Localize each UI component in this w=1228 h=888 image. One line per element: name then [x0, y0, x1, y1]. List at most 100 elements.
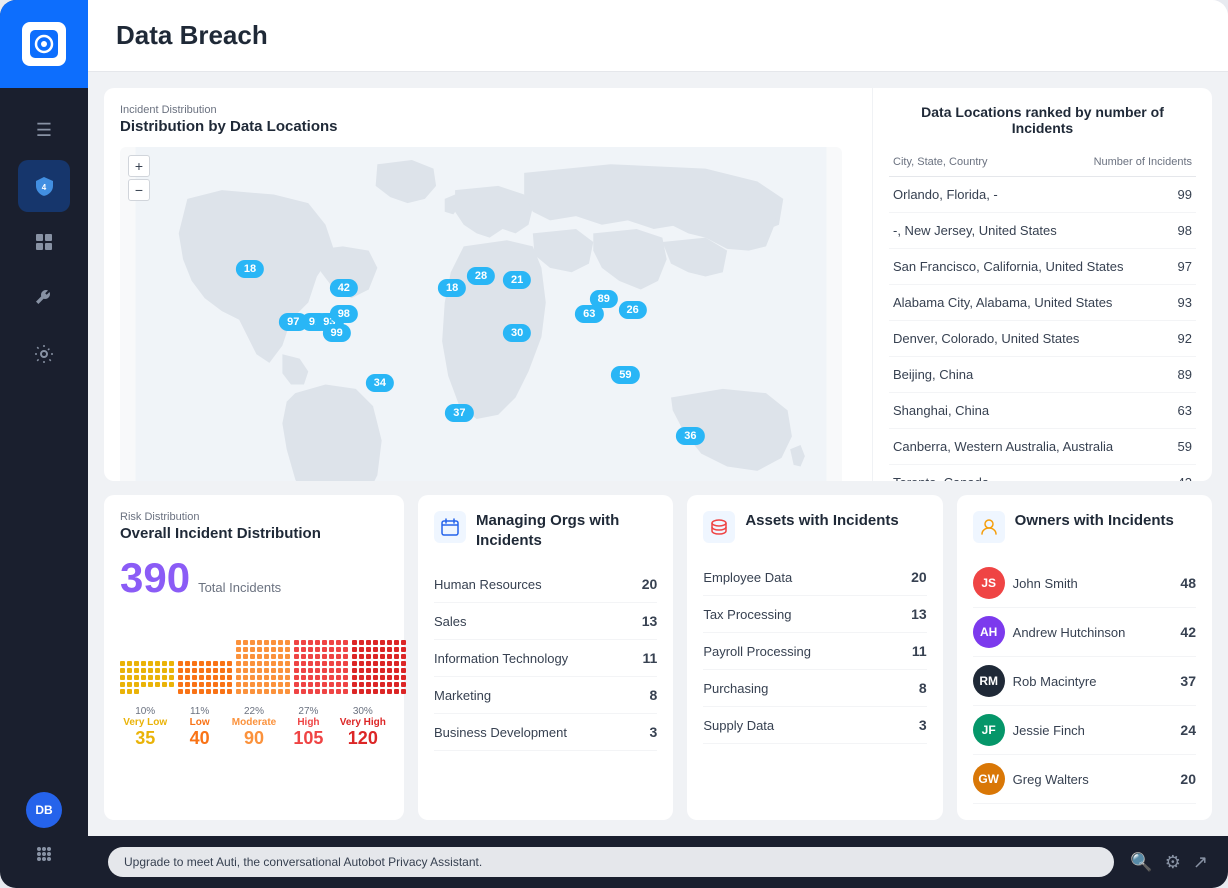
menu-icon: ☰ — [36, 120, 52, 141]
dot — [401, 682, 406, 687]
assets-panel: Assets with Incidents Employee Data20Tax… — [687, 495, 942, 820]
dot — [278, 675, 283, 680]
map-pin[interactable]: 63 — [575, 305, 603, 323]
dot — [148, 661, 153, 666]
map-pin[interactable]: 34 — [366, 374, 394, 392]
dot — [373, 682, 378, 687]
map-pin[interactable]: 21 — [503, 271, 531, 289]
org-label: Business Development — [434, 725, 567, 740]
filter-bottom-icon[interactable]: ⚙ — [1165, 852, 1181, 873]
person-icon — [980, 518, 998, 536]
dot — [352, 689, 357, 694]
org-label: Marketing — [434, 688, 491, 703]
dot — [394, 654, 399, 659]
dot — [294, 689, 299, 694]
asset-label: Tax Processing — [703, 607, 791, 622]
locations-list: Orlando, Florida, -99-, New Jersey, Unit… — [889, 177, 1196, 481]
map-pin[interactable]: 37 — [445, 404, 473, 422]
dot — [329, 661, 334, 666]
dot — [401, 675, 406, 680]
dot — [185, 689, 190, 694]
dot — [401, 668, 406, 673]
dot — [134, 661, 139, 666]
map-pin[interactable]: 28 — [467, 267, 495, 285]
map-pin[interactable]: 59 — [611, 366, 639, 384]
map-container: + − — [120, 147, 842, 481]
chat-bubble[interactable]: Upgrade to meet Auti, the conversational… — [108, 847, 1114, 877]
dot — [394, 668, 399, 673]
map-pin[interactable]: 18 — [438, 279, 466, 297]
assets-panel-header: Assets with Incidents — [703, 511, 926, 543]
dot — [308, 668, 313, 673]
owner-row: JF Jessie Finch 24 — [973, 706, 1196, 755]
dot — [243, 654, 248, 659]
sidebar-menu-toggle[interactable]: ☰ — [18, 104, 70, 156]
search-bottom-icon[interactable]: 🔍 — [1130, 852, 1152, 873]
dot-column — [294, 640, 348, 694]
dot — [322, 647, 327, 652]
sidebar-item-shield[interactable]: 4 — [18, 160, 70, 212]
map-pin[interactable]: 98 — [330, 305, 358, 323]
sidebar-item-settings[interactable] — [18, 328, 70, 380]
dot — [285, 682, 290, 687]
zoom-out-button[interactable]: − — [128, 179, 150, 201]
dot — [336, 647, 341, 652]
dot — [394, 661, 399, 666]
dot — [178, 675, 183, 680]
page-title: Data Breach — [116, 20, 1200, 51]
grid-icon — [35, 845, 53, 863]
dot — [329, 689, 334, 694]
dot — [250, 647, 255, 652]
locations-panel: Data Locations ranked by number of Incid… — [872, 88, 1212, 481]
share-bottom-icon[interactable]: ↗ — [1193, 852, 1208, 873]
map-pin[interactable]: 30 — [503, 324, 531, 342]
dot — [227, 668, 232, 673]
map-title: Distribution by Data Locations — [120, 118, 842, 135]
owner-name: Jessie Finch — [1013, 723, 1085, 738]
sidebar-item-dashboard[interactable] — [18, 216, 70, 268]
dot — [243, 661, 248, 666]
dot — [236, 661, 241, 666]
zoom-in-button[interactable]: + — [128, 155, 150, 177]
user-avatar[interactable]: DB — [26, 792, 62, 828]
dot — [366, 668, 371, 673]
assets-list: Employee Data20Tax Processing13Payroll P… — [703, 559, 926, 744]
dot-column — [178, 661, 232, 694]
dot — [366, 689, 371, 694]
risk-pct: 22% — [229, 706, 279, 717]
dot — [220, 661, 225, 666]
dot — [271, 689, 276, 694]
dot — [366, 654, 371, 659]
map-pin[interactable]: 18 — [236, 260, 264, 278]
asset-count: 11 — [912, 643, 927, 659]
dot — [178, 689, 183, 694]
dot — [343, 647, 348, 652]
sidebar-grid-button[interactable] — [26, 836, 62, 872]
asset-count: 3 — [919, 717, 927, 733]
owner-info: JS John Smith — [973, 567, 1078, 599]
map-pin[interactable]: 36 — [676, 427, 704, 445]
location-name: Alabama City, Alabama, United States — [893, 295, 1112, 310]
dot — [227, 689, 232, 694]
map-pin[interactable]: 99 — [322, 324, 350, 342]
risk-pct: 27% — [283, 706, 333, 717]
dot — [285, 654, 290, 659]
dot — [343, 675, 348, 680]
location-row: -, New Jersey, United States98 — [889, 213, 1196, 249]
wrench-icon — [34, 288, 54, 308]
logo[interactable] — [0, 0, 88, 88]
dot — [336, 668, 341, 673]
dot — [236, 640, 241, 645]
dot — [278, 647, 283, 652]
dot — [141, 668, 146, 673]
svg-text:4: 4 — [42, 183, 47, 192]
dot — [162, 668, 167, 673]
dot — [192, 661, 197, 666]
dot — [271, 654, 276, 659]
sidebar-item-tools[interactable] — [18, 272, 70, 324]
asset-count: 13 — [911, 606, 927, 622]
dot — [185, 682, 190, 687]
map-pin[interactable]: 42 — [330, 279, 358, 297]
asset-row: Payroll Processing11 — [703, 633, 926, 670]
map-pin[interactable]: 26 — [618, 301, 646, 319]
